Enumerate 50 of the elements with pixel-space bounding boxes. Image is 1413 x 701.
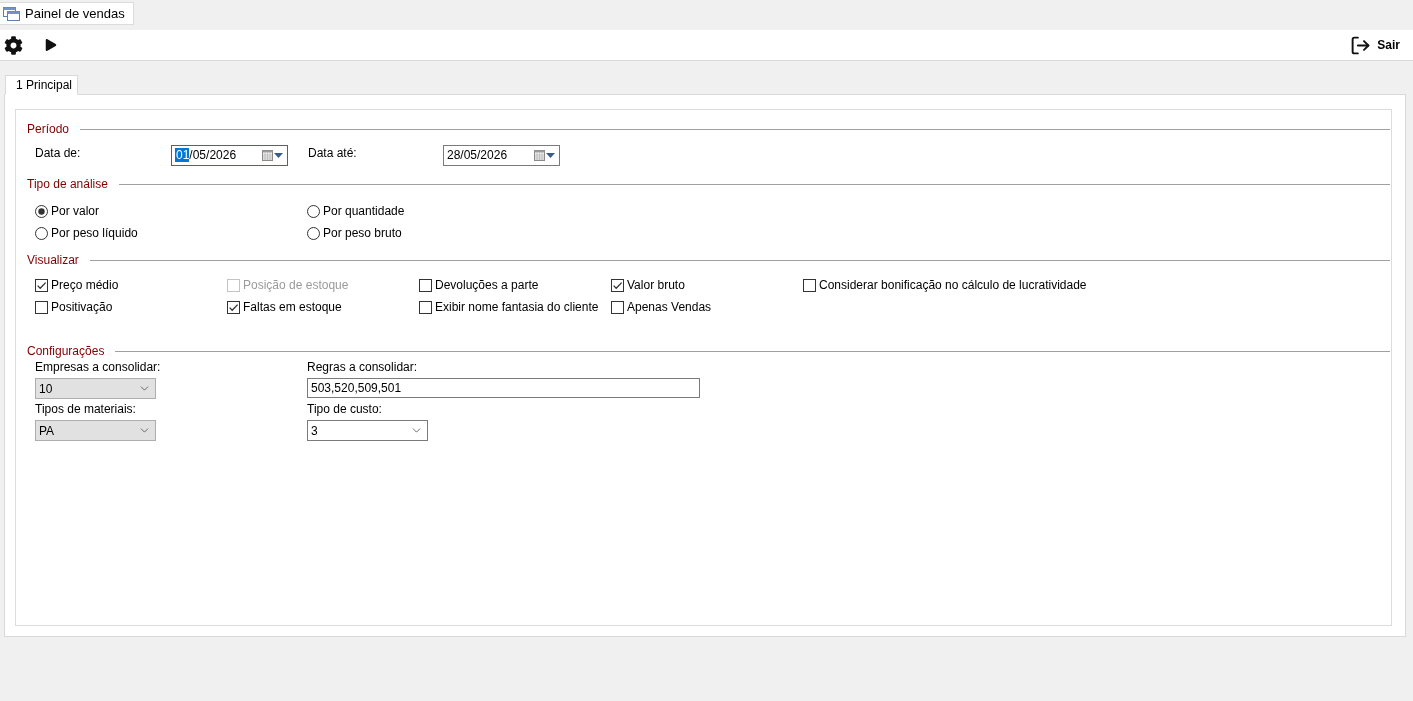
radio-icon[interactable] xyxy=(35,204,48,218)
settings-icon[interactable] xyxy=(4,35,23,55)
date-field[interactable]: 28/05/2026 xyxy=(443,145,560,166)
radio-icon[interactable] xyxy=(307,226,320,240)
section-title: Tipo de análise xyxy=(27,177,109,191)
field-label: Empresas a consolidar: xyxy=(35,360,161,374)
radio-label[interactable]: Por valor xyxy=(51,204,100,218)
field-label: Tipos de materiais: xyxy=(35,402,136,416)
checkbox-label[interactable]: Preço médio xyxy=(51,278,119,292)
field-label: Data de: xyxy=(35,146,81,160)
section-title: Período xyxy=(27,122,71,136)
text-field[interactable]: 503,520,509,501 xyxy=(307,378,700,398)
checkbox-label[interactable]: Exibir nome fantasia do cliente xyxy=(435,300,599,314)
caret-icon[interactable] xyxy=(546,153,555,158)
dropdown[interactable]: 10 xyxy=(35,378,156,399)
field-label: Regras a consolidar: xyxy=(307,360,418,374)
calendar-icon[interactable] xyxy=(262,150,273,161)
document-tab[interactable]: Painel de vendas xyxy=(0,2,134,25)
checkbox-icon[interactable] xyxy=(611,300,624,314)
caret-icon[interactable] xyxy=(274,153,283,158)
dropdown[interactable]: PA xyxy=(35,420,156,441)
checkbox-label[interactable]: Considerar bonificação no cálculo de lucratividade xyxy=(819,278,1087,292)
checkbox-label[interactable]: Faltas em estoque xyxy=(243,300,342,314)
checkbox-icon[interactable] xyxy=(611,278,624,292)
checkbox-icon[interactable] xyxy=(803,278,816,292)
radio-icon[interactable] xyxy=(35,226,48,240)
checkbox-label[interactable]: Positivação xyxy=(51,300,113,314)
calendar-icon[interactable] xyxy=(534,150,545,161)
checkbox-icon[interactable] xyxy=(35,300,48,314)
section-title: Visualizar xyxy=(27,253,80,267)
radio-label[interactable]: Por quantidade xyxy=(323,204,405,218)
checkbox-icon[interactable] xyxy=(419,278,432,292)
checkbox-label[interactable]: Devoluções a parte xyxy=(435,278,539,292)
field-label: Data até: xyxy=(308,146,357,160)
exit-icon[interactable] xyxy=(1350,34,1372,56)
checkbox-label[interactable]: Apenas Vendas xyxy=(627,300,712,314)
radio-label[interactable]: Por peso líquido xyxy=(51,226,138,240)
checkbox-icon[interactable] xyxy=(419,300,432,314)
play-icon[interactable] xyxy=(45,39,57,51)
radio-icon[interactable] xyxy=(307,204,320,218)
field-label: Tipo de custo: xyxy=(307,402,382,416)
radio-label[interactable]: Por peso bruto xyxy=(323,226,402,240)
windows-icon xyxy=(3,6,20,21)
page-tab[interactable]: 1 Principal xyxy=(5,75,79,95)
section-title: Configurações xyxy=(27,344,106,358)
dropdown[interactable]: 3 xyxy=(307,420,428,441)
checkbox-icon[interactable] xyxy=(35,278,48,292)
checkbox-label[interactable]: Valor bruto xyxy=(627,278,685,292)
exit-button[interactable]: Sair xyxy=(1350,34,1400,56)
checkbox-icon[interactable] xyxy=(227,300,240,314)
